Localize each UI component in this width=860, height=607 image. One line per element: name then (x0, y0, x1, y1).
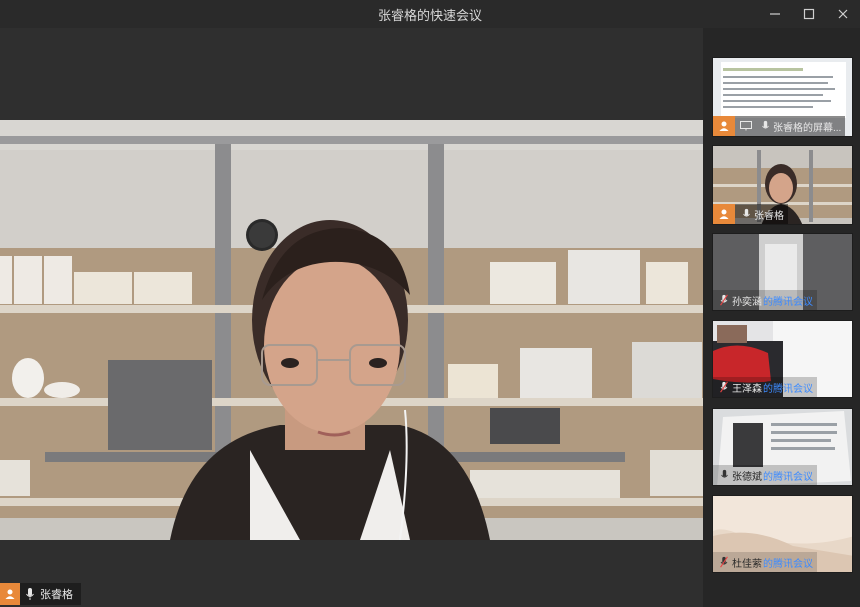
main-video-area: 张睿格 (0, 28, 703, 607)
participant-tile[interactable]: 王泽森 的腾讯会议 (712, 320, 853, 398)
speaker-name: 张睿格 (40, 589, 73, 601)
user-icon (5, 589, 15, 599)
close-icon (838, 9, 848, 19)
participant-name: 张睿格的屏幕... (773, 122, 842, 134)
participant-tile[interactable]: 张德斌 的腾讯会议 (712, 408, 853, 486)
participant-tile[interactable]: 张睿格 (712, 145, 853, 225)
participant-suffix: 的腾讯会议 (763, 383, 813, 395)
tile-label: 王泽森 的腾讯会议 (713, 377, 817, 397)
meeting-window: 张睿格的快速会议 张睿格 张睿格的屏幕... 张睿格 孙奕涵 的腾讯会议 王泽森… (0, 0, 860, 607)
close-button[interactable] (826, 0, 860, 28)
user-icon (719, 209, 729, 219)
title-bar[interactable]: 张睿格的快速会议 (0, 0, 860, 28)
microphone-off-icon (716, 554, 732, 570)
window-controls (758, 0, 860, 28)
active-speaker-bar: 张睿格 (0, 583, 81, 605)
main-video-feed[interactable] (0, 120, 703, 540)
participant-tile-screen-share[interactable]: 张睿格的屏幕... (712, 57, 853, 137)
maximize-button[interactable] (792, 0, 826, 28)
tile-label: 张睿格 (713, 204, 788, 224)
window-title: 张睿格的快速会议 (377, 7, 482, 23)
participant-name: 杜佳萦 (732, 558, 762, 570)
tile-label: 杜佳萦 的腾讯会议 (713, 552, 817, 572)
participant-suffix: 的腾讯会议 (763, 558, 813, 570)
tile-label: 张德斌 的腾讯会议 (713, 465, 817, 485)
microphone-off-icon (716, 292, 732, 308)
participant-sidebar: 张睿格的屏幕... 张睿格 孙奕涵 的腾讯会议 王泽森 的腾讯会议 张德斌 的腾… (703, 28, 860, 607)
participant-tile[interactable]: 杜佳萦 的腾讯会议 (712, 495, 853, 573)
minimize-button[interactable] (758, 0, 792, 28)
avatar (0, 583, 20, 605)
tile-label: 孙奕涵 的腾讯会议 (713, 290, 817, 310)
minimize-icon (770, 13, 780, 15)
participant-name: 张睿格 (754, 210, 784, 222)
participant-tile[interactable]: 孙奕涵 的腾讯会议 (712, 233, 853, 311)
participant-suffix: 的腾讯会议 (763, 296, 813, 308)
participant-name: 孙奕涵 (732, 296, 762, 308)
microphone-icon (738, 206, 754, 222)
participant-name: 张德斌 (732, 471, 762, 483)
tile-label: 张睿格的屏幕... (713, 116, 846, 136)
avatar (713, 116, 735, 136)
microphone-icon (716, 467, 732, 483)
participant-name: 王泽森 (732, 383, 762, 395)
user-icon (719, 121, 729, 131)
microphone-icon (757, 118, 773, 134)
microphone-icon[interactable] (23, 586, 37, 602)
microphone-off-icon (716, 379, 732, 395)
avatar (713, 204, 735, 224)
participant-suffix: 的腾讯会议 (763, 471, 813, 483)
video-frame-image (0, 120, 703, 540)
maximize-icon (803, 8, 815, 20)
screen-share-icon (738, 118, 754, 134)
